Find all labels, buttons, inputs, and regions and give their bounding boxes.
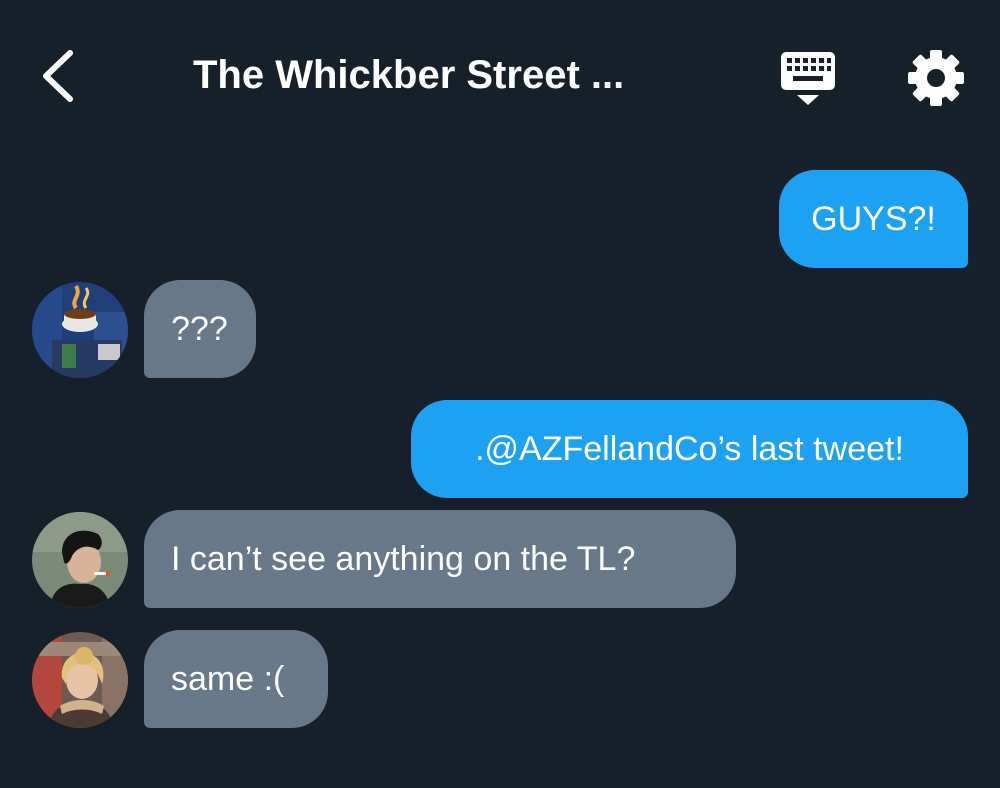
settings-button[interactable] [906,48,966,108]
avatar[interactable] [32,282,128,378]
message-text: GUYS?! [811,200,936,238]
gear-icon [908,50,964,106]
message-bubble-outgoing[interactable]: GUYS?! [779,170,968,268]
avatar-blonde-person [32,632,128,728]
keyboard-icon [781,52,835,105]
conversation-title[interactable]: The Whickber Street ... [193,50,713,100]
back-button[interactable] [34,46,84,106]
avatar-coffee-mural [32,282,128,378]
message-bubble-incoming[interactable]: same :( [144,630,328,728]
message-bubble-incoming[interactable]: I can’t see anything on the TL? [144,510,736,608]
message-bubble-incoming[interactable]: ??? [144,280,256,378]
chevron-left-icon [43,50,73,102]
dm-conversation-screen: The Whickber Street ... GUYS?! ??? .@AZF… [0,0,1000,788]
conversation-header: The Whickber Street ... [0,0,1000,150]
avatar[interactable] [32,632,128,728]
message-text: same :( [171,660,285,698]
avatar[interactable] [32,512,128,608]
avatar-dark-hair-person [32,512,128,608]
message-text: I can’t see anything on the TL? [171,540,636,578]
keyboard-toggle-button[interactable] [779,50,837,106]
message-bubble-outgoing[interactable]: .@AZFellandCo’s last tweet! [411,400,968,498]
message-text: ??? [171,310,228,348]
message-text: .@AZFellandCo’s last tweet! [475,430,904,468]
